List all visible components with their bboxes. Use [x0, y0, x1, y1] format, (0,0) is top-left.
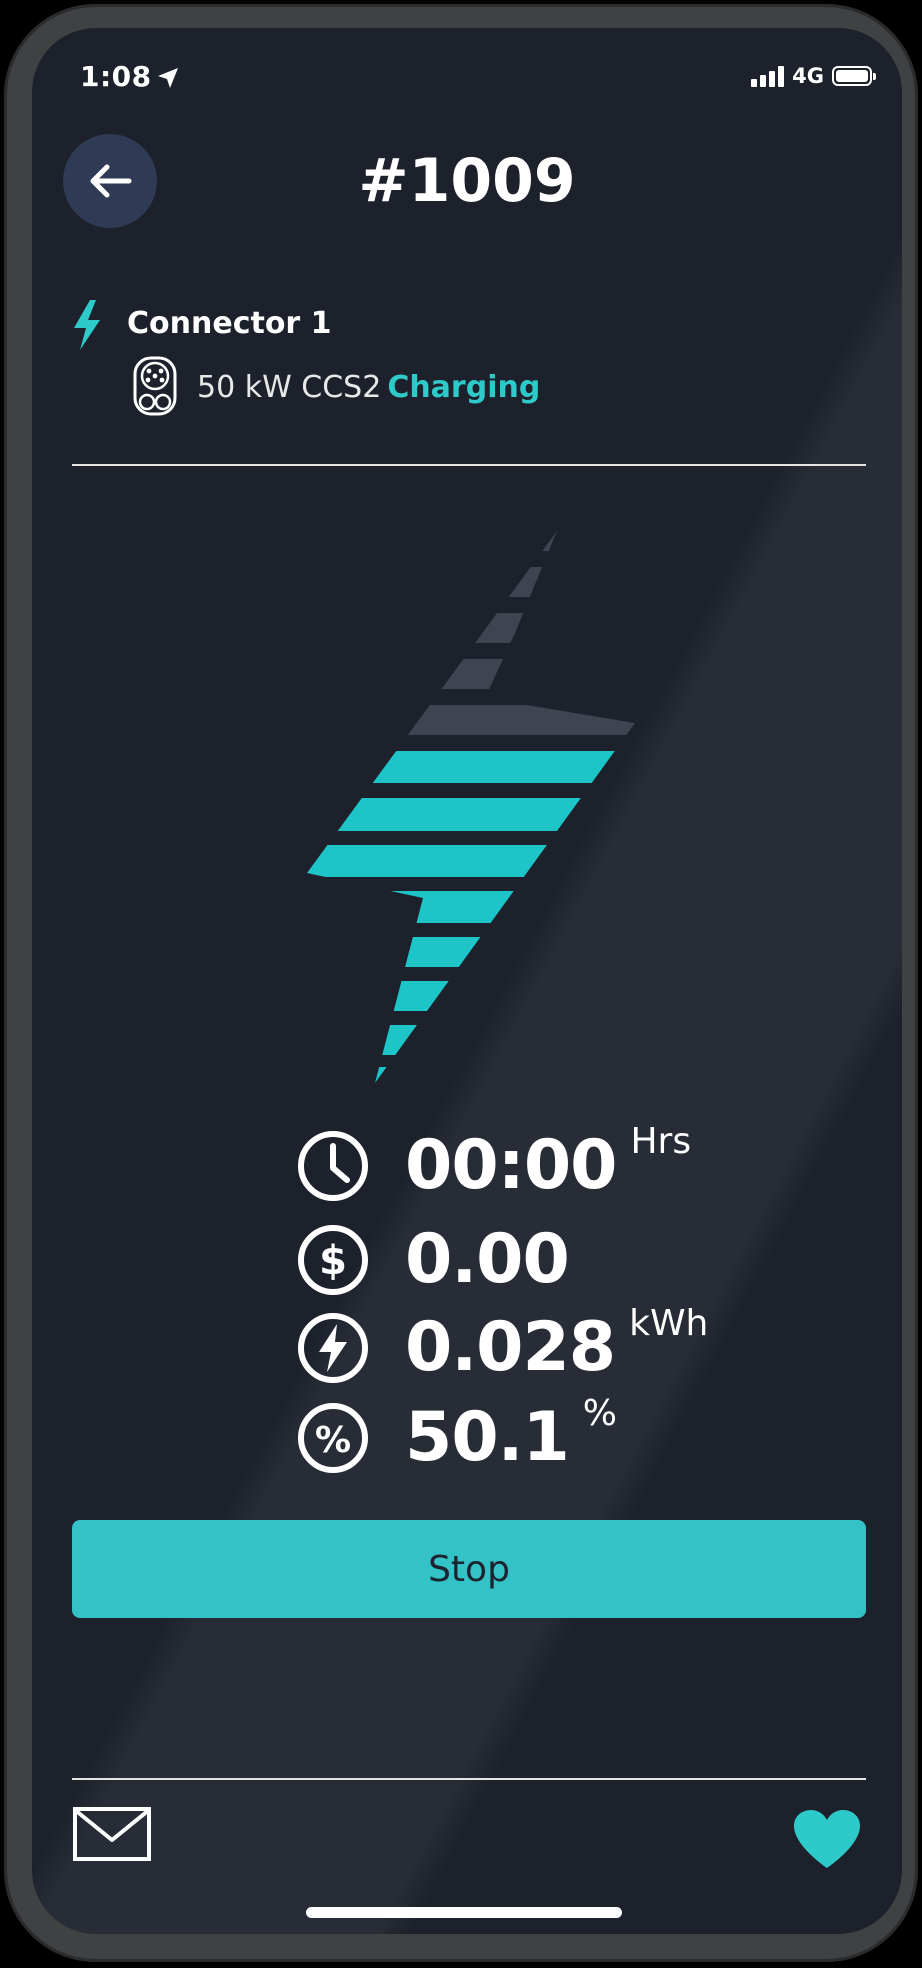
svg-text:%: % — [315, 1420, 351, 1461]
battery-icon — [832, 66, 876, 86]
cost-row: $ 0.00 — [297, 1220, 570, 1299]
top-divider — [72, 464, 866, 466]
dollar-icon: $ — [298, 1225, 368, 1295]
charging-bolt-icon — [307, 531, 635, 1083]
app-screen: 1:08 4G #1009 Connector 1 50 kW CCS2 Cha… — [32, 28, 902, 1934]
connector-name: Connector 1 — [127, 306, 332, 341]
percent-value: 50.1 — [405, 1398, 570, 1477]
home-indicator — [306, 1907, 622, 1918]
bottom-divider — [72, 1778, 866, 1780]
energy-icon — [298, 1313, 368, 1383]
network-type: 4G — [792, 64, 824, 88]
percent-unit: % — [582, 1393, 617, 1434]
percent-row: % 50.1 % — [297, 1394, 617, 1477]
connector-spec: 50 kW CCS2 — [197, 370, 382, 405]
heart-icon[interactable] — [792, 1808, 862, 1870]
duration-value: 00:00 — [405, 1126, 617, 1205]
connector-status: Charging — [387, 370, 541, 405]
svg-text:$: $ — [319, 1238, 347, 1284]
duration-row: 00:00 Hrs — [297, 1122, 691, 1205]
duration-unit: Hrs — [630, 1121, 692, 1162]
stop-button-label: Stop — [428, 1548, 510, 1590]
energy-unit: kWh — [629, 1303, 709, 1344]
energy-value: 0.028 — [405, 1308, 616, 1387]
connector-spec-line: 50 kW CCS2 Charging — [197, 370, 540, 405]
phone-frame: 1:08 4G #1009 Connector 1 50 kW CCS2 Cha… — [4, 4, 918, 1962]
clock-icon — [298, 1131, 368, 1201]
page-title: #1009 — [358, 146, 576, 216]
stop-button[interactable]: Stop — [72, 1520, 866, 1618]
energy-row: 0.028 kWh — [297, 1304, 708, 1387]
location-arrow-icon — [158, 68, 178, 88]
ccs2-plug-icon — [133, 356, 177, 416]
mail-icon[interactable] — [72, 1806, 152, 1862]
status-time: 1:08 — [80, 60, 152, 93]
percent-icon: % — [298, 1403, 368, 1473]
status-indicators: 4G — [751, 64, 876, 88]
cost-value: 0.00 — [405, 1220, 570, 1299]
bolt-icon — [74, 300, 100, 350]
signal-icon — [751, 65, 785, 87]
